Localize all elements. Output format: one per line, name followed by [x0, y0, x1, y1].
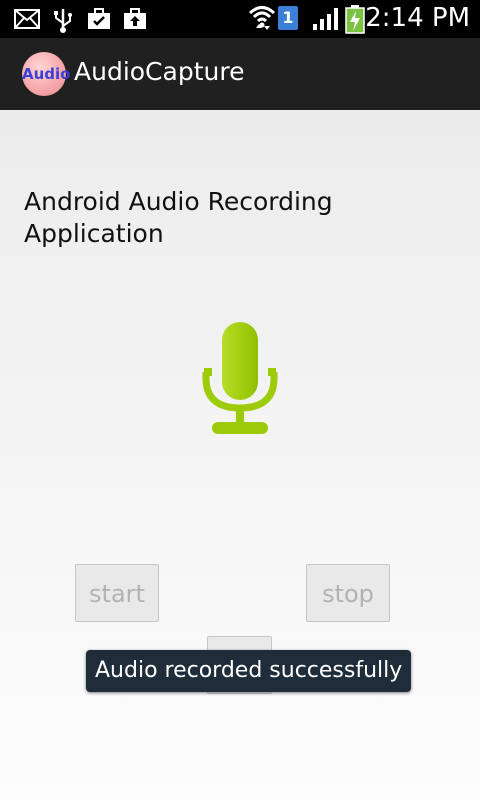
sim-badge: 1	[278, 6, 298, 30]
main-content: Android Audio Recording Application star…	[0, 110, 480, 800]
toast-text: Audio recorded successfully	[95, 658, 403, 683]
mail-icon	[14, 9, 40, 29]
briefcase-upload-icon	[124, 8, 146, 29]
status-bar: 1 2:14 PM	[0, 0, 480, 38]
usb-icon	[54, 9, 72, 33]
sim-badge-label: 1	[282, 8, 294, 27]
app-icon-label: Audio	[22, 65, 71, 83]
toast-message: Audio recorded successfully	[86, 650, 412, 692]
stop-button[interactable]: stop	[306, 564, 390, 622]
microphone-icon	[202, 322, 278, 434]
app-icon[interactable]: Audio	[22, 52, 70, 96]
signal-icon	[313, 8, 338, 30]
app-title: AudioCapture	[74, 57, 245, 86]
briefcase-check-icon	[88, 8, 110, 29]
battery-charging-icon	[345, 5, 365, 34]
clock: 2:14 PM	[365, 3, 470, 33]
start-button-label: start	[89, 580, 145, 608]
start-button[interactable]: start	[75, 564, 159, 622]
stop-button-label: stop	[322, 580, 374, 608]
wifi-icon	[248, 6, 276, 30]
page-heading: Android Audio Recording Application	[24, 187, 333, 248]
action-bar: Audio AudioCapture	[0, 38, 480, 110]
